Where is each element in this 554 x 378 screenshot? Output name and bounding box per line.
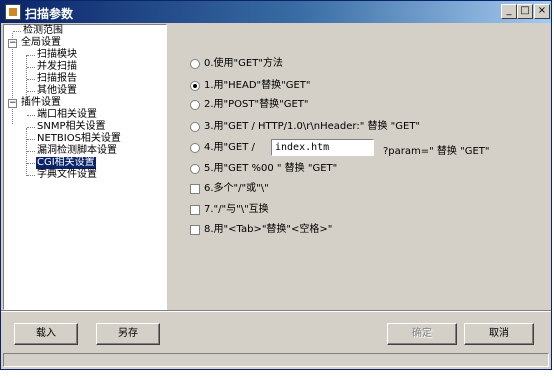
checkbox[interactable] <box>190 184 200 194</box>
collapse-icon[interactable]: − <box>8 99 17 108</box>
maximize-button[interactable]: □ <box>517 4 533 19</box>
save-as-button[interactable]: 另存 <box>96 323 160 345</box>
app-icon <box>5 4 21 20</box>
tree-item-netbios-settings[interactable]: NETBIOS相关设置 <box>36 133 122 145</box>
option-0-label: 0.使用"GET"方法 <box>204 58 283 69</box>
radio-button[interactable] <box>190 122 200 132</box>
radio-button[interactable] <box>190 59 200 69</box>
tree-item-scan-report[interactable]: 扫描报告 <box>36 73 78 85</box>
tree-line <box>27 127 35 128</box>
tree-item-dictionary-settings[interactable]: 字典文件设置 <box>36 169 98 181</box>
load-button[interactable]: 载入 <box>14 323 78 345</box>
radio-button[interactable] <box>190 164 200 174</box>
cancel-button[interactable]: 取消 <box>464 323 534 345</box>
close-button[interactable]: × <box>534 4 550 19</box>
radio-button[interactable] <box>190 100 200 110</box>
tree-line <box>27 67 35 68</box>
minimize-button[interactable]: _ <box>501 4 517 19</box>
scan-params-window: 扫描参数 _ □ × 检测范围 − 全局设置 扫描模块 并发扫描 扫描报告 其他… <box>0 0 552 370</box>
tree-item-port-settings[interactable]: 端口相关设置 <box>36 109 98 121</box>
tree-item-scan-modules[interactable]: 扫描模块 <box>36 49 78 61</box>
ok-button[interactable]: 确定 <box>387 323 457 345</box>
window-title: 扫描参数 <box>25 7 74 21</box>
tree-line <box>27 175 35 176</box>
tree-item-global-settings[interactable]: 全局设置 <box>20 37 62 49</box>
tree-item-vuln-script-settings[interactable]: 漏洞检测脚本设置 <box>36 145 118 157</box>
option-1-label: 1.用"HEAD"替换"GET" <box>204 80 311 91</box>
option-3-label: 3.用"GET / HTTP/1.0\r\nHeader:" 替换 "GET" <box>204 121 421 132</box>
option-7-label: 7."/"与"\"互换 <box>204 204 269 215</box>
tree-item-other-settings[interactable]: 其他设置 <box>36 85 78 97</box>
tree-line <box>27 139 35 140</box>
tree-line <box>26 128 27 176</box>
tree-item-plugin-settings[interactable]: 插件设置 <box>20 97 62 109</box>
tree-item-cgi-settings[interactable]: CGI相关设置 <box>35 156 97 170</box>
tree-line <box>27 163 35 164</box>
tree-item-scope[interactable]: 检测范围 <box>22 25 64 37</box>
option-8-label: 8.用"<Tab>"替换"<空格>" <box>204 224 333 235</box>
option-4-suffix: ?param=" 替换 "GET" <box>383 146 490 157</box>
title-bar[interactable]: 扫描参数 _ □ × <box>1 1 551 23</box>
tree-line <box>27 79 35 80</box>
divider <box>1 310 551 312</box>
option-4-label: 4.用"GET / <box>204 142 255 153</box>
tree-line <box>27 151 35 152</box>
option-2-label: 2.用"POST"替换"GET" <box>204 99 309 110</box>
tree-item-snmp-settings[interactable]: SNMP相关设置 <box>36 121 107 133</box>
collapse-icon[interactable]: − <box>8 39 17 48</box>
checkbox[interactable] <box>190 225 200 235</box>
option-5-label: 5.用"GET %00 " 替换 "GET" <box>204 163 338 174</box>
settings-tree[interactable]: 检测范围 − 全局设置 扫描模块 并发扫描 扫描报告 其他设置 − 插件设置 端… <box>3 24 167 310</box>
radio-button[interactable] <box>190 143 200 153</box>
tree-line <box>27 55 35 56</box>
option-6-label: 6.多个"/"或"\" <box>204 183 269 194</box>
tree-item-concurrent-scan[interactable]: 并发扫描 <box>36 61 78 73</box>
radio-button-selected[interactable] <box>190 81 200 91</box>
tree-line <box>27 115 35 116</box>
tree-line <box>13 31 21 32</box>
get-path-input[interactable]: index.htm <box>271 139 374 156</box>
tree-line <box>27 91 35 92</box>
checkbox[interactable] <box>190 205 200 215</box>
status-bar <box>3 353 549 367</box>
